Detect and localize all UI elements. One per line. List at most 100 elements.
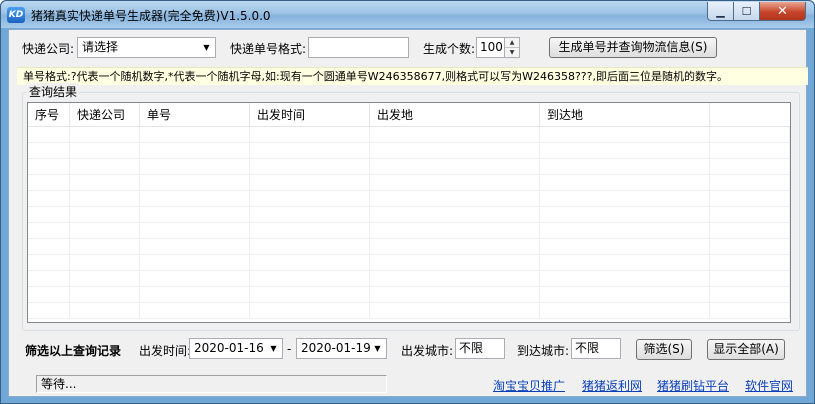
table-cell [370, 287, 540, 303]
app-window: KD 猪猪真实快递单号生成器(完全免费)V1.5.0.0 ▁ ☐ ✕ 快递公司:… [0, 0, 815, 404]
status-bar: 等待... [36, 375, 387, 393]
table-cell [140, 287, 250, 303]
table-cell [710, 207, 790, 223]
chevron-down-icon[interactable]: ▼ [505, 48, 519, 57]
to-city-label: 到达城市: [517, 344, 570, 358]
table-row[interactable] [28, 255, 790, 271]
column-header[interactable]: 单号 [140, 103, 250, 127]
column-header[interactable]: 序号 [28, 103, 70, 127]
table-cell [710, 303, 790, 319]
link-official-site[interactable]: 软件官网 [745, 377, 793, 394]
table-cell [540, 223, 710, 239]
table-cell [28, 287, 70, 303]
table-row[interactable] [28, 223, 790, 239]
table-cell [70, 239, 140, 255]
maximize-button[interactable]: ☐ [734, 2, 760, 21]
from-city-input[interactable]: 不限 [455, 338, 505, 359]
end-date-picker[interactable]: 2020-01-19 ▼ [296, 338, 387, 359]
format-label: 快递单号格式: [230, 42, 307, 56]
table-cell [540, 255, 710, 271]
show-all-button[interactable]: 显示全部(A) [707, 339, 785, 360]
table-cell [370, 223, 540, 239]
table-cell [28, 239, 70, 255]
table-cell [140, 159, 250, 175]
table-cell [28, 223, 70, 239]
table-cell [140, 175, 250, 191]
table-cell [710, 175, 790, 191]
table-cell [540, 127, 710, 143]
table-cell [370, 255, 540, 271]
table-cell [710, 287, 790, 303]
table-cell [250, 303, 370, 319]
table-cell [250, 255, 370, 271]
link-diamond-platform[interactable]: 猪猪刷钻平台 [657, 377, 729, 394]
format-input[interactable] [308, 37, 409, 58]
table-cell [540, 207, 710, 223]
table-cell [70, 303, 140, 319]
table-cell [540, 303, 710, 319]
table-cell [710, 159, 790, 175]
table-cell [540, 143, 710, 159]
start-date-value: 2020-01-16 [194, 341, 264, 355]
table-row[interactable] [28, 287, 790, 303]
table-cell [540, 159, 710, 175]
table-row[interactable] [28, 127, 790, 143]
column-header[interactable]: 出发地 [370, 103, 540, 127]
table-cell [370, 239, 540, 255]
table-cell [710, 239, 790, 255]
link-taobao-promo[interactable]: 淘宝宝贝推广 [493, 377, 565, 394]
table-cell [70, 175, 140, 191]
table-cell [140, 239, 250, 255]
company-label: 快递公司: [22, 42, 75, 56]
table-cell [250, 127, 370, 143]
window-title: 猪猪真实快递单号生成器(完全免费)V1.5.0.0 [31, 9, 271, 23]
column-header[interactable] [710, 103, 790, 127]
table-row[interactable] [28, 271, 790, 287]
table-cell [370, 127, 540, 143]
column-header[interactable]: 到达地 [540, 103, 710, 127]
count-label: 生成个数: [423, 42, 476, 56]
table-cell [28, 207, 70, 223]
table-row[interactable] [28, 175, 790, 191]
table-cell [250, 143, 370, 159]
start-date-picker[interactable]: 2020-01-16 ▼ [189, 338, 283, 359]
count-stepper[interactable]: ▲ ▼ [504, 37, 520, 58]
maximize-icon: ☐ [741, 4, 752, 18]
table-row[interactable] [28, 191, 790, 207]
company-select-value: 请选择 [82, 40, 119, 54]
table-cell [70, 143, 140, 159]
table-cell [70, 287, 140, 303]
chevron-up-icon[interactable]: ▲ [505, 38, 519, 48]
to-city-input[interactable]: 不限 [571, 338, 621, 359]
link-rebate-site[interactable]: 猪猪返利网 [582, 377, 642, 394]
date-range-dash: - [287, 342, 292, 356]
table-cell [370, 159, 540, 175]
table-row[interactable] [28, 207, 790, 223]
table-cell [140, 255, 250, 271]
generate-button[interactable]: 生成单号并查询物流信息(S) [549, 37, 717, 58]
minimize-button[interactable]: ▁ [707, 2, 734, 21]
company-select[interactable]: 请选择 ▼ [77, 37, 216, 58]
count-input[interactable]: 100 [476, 37, 505, 58]
table-row[interactable] [28, 239, 790, 255]
table-row[interactable] [28, 303, 790, 319]
title-bar[interactable]: KD 猪猪真实快递单号生成器(完全免费)V1.5.0.0 ▁ ☐ ✕ [1, 1, 814, 28]
close-button[interactable]: ✕ [760, 2, 806, 21]
table-cell [140, 303, 250, 319]
table-cell [28, 127, 70, 143]
table-row[interactable] [28, 143, 790, 159]
filter-time-label: 出发时间: [139, 344, 192, 358]
table-row[interactable] [28, 159, 790, 175]
table-cell [710, 191, 790, 207]
table-cell [250, 175, 370, 191]
table-cell [28, 143, 70, 159]
filter-title: 筛选以上查询记录 [25, 344, 122, 358]
table-cell [370, 207, 540, 223]
results-table[interactable]: 序号 快递公司 单号 出发时间 出发地 到达地 [27, 102, 791, 323]
column-header[interactable]: 快递公司 [70, 103, 140, 127]
table-cell [540, 271, 710, 287]
table-cell [70, 127, 140, 143]
chevron-down-icon: ▼ [203, 43, 210, 52]
column-header[interactable]: 出发时间 [250, 103, 370, 127]
filter-button[interactable]: 筛选(S) [636, 339, 692, 360]
